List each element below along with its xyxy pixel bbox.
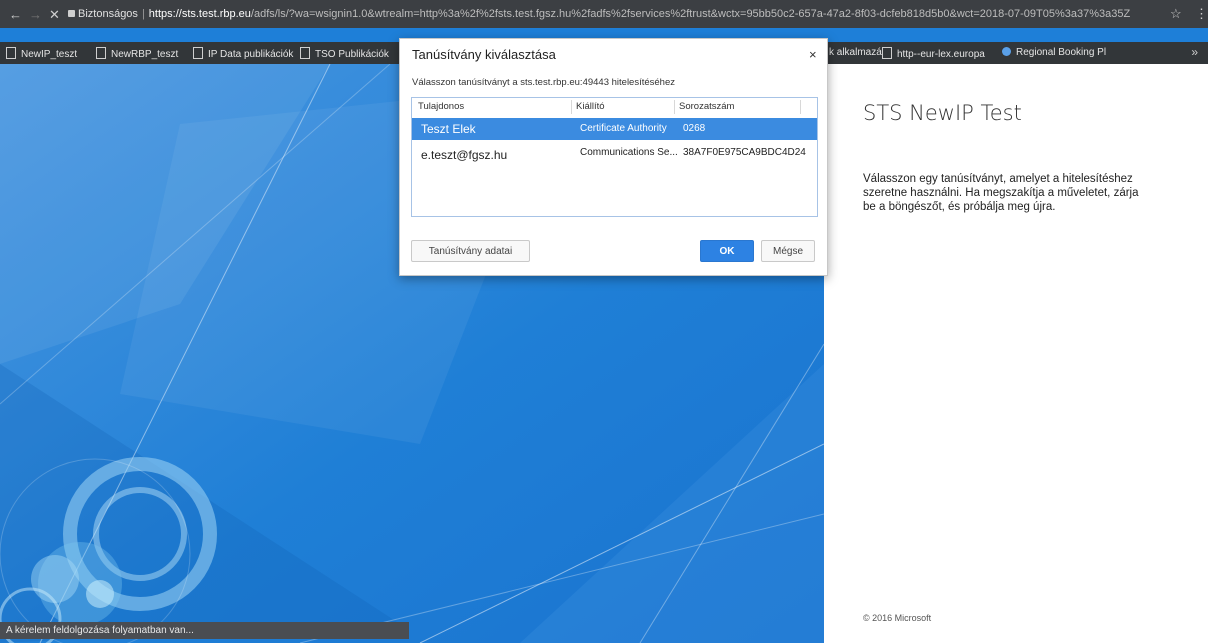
column-divider[interactable] xyxy=(571,100,572,114)
close-icon[interactable]: × xyxy=(809,47,817,62)
lock-icon xyxy=(68,10,75,17)
secure-label: Biztonságos xyxy=(78,8,138,20)
bookmark-tso[interactable]: TSO Publikációk xyxy=(300,47,389,60)
sign-in-panel: STS NewIP Test Válasszon egy tanúsítvány… xyxy=(824,64,1208,643)
ok-button[interactable]: OK xyxy=(700,240,754,262)
dialog-subtitle: Válasszon tanúsítványt a sts.test.rbp.eu… xyxy=(412,77,675,88)
url-path: /adfs/ls/?wa=wsignin1.0&wtrealm=http%3a%… xyxy=(250,8,1131,20)
page-title: STS NewIP Test xyxy=(863,101,1022,125)
dialog-title: Tanúsítvány kiválasztása xyxy=(412,47,556,62)
column-divider[interactable] xyxy=(674,100,675,114)
status-bar: A kérelem feldolgozása folyamatban van..… xyxy=(0,622,409,639)
bookmark-alkalmazas[interactable]: k alkalmazá xyxy=(829,47,882,58)
column-header-serial[interactable]: Sorozatszám xyxy=(679,101,734,112)
certificate-dialog: Tanúsítvány kiválasztása × Válasszon tan… xyxy=(399,38,828,276)
bookmark-newip-teszt[interactable]: NewIP_teszt xyxy=(6,47,77,60)
cert-owner: e.teszt@fgsz.hu xyxy=(421,148,508,162)
table-row[interactable]: e.teszt@fgsz.hu Communications Se... 38A… xyxy=(412,142,817,164)
address-bar[interactable]: Biztonságos | https://sts.test.rbp.eu/adfs… xyxy=(68,4,1180,24)
cancel-button[interactable]: Mégse xyxy=(761,240,815,262)
bookmark-eur-lex[interactable]: http--eur-lex.europa xyxy=(882,47,985,60)
bookmark-star-icon[interactable]: ☆ xyxy=(1170,6,1182,22)
forward-icon[interactable]: → xyxy=(29,7,42,22)
globe-icon xyxy=(1002,47,1011,56)
cert-serial: 38A7F0E975CA9BDC4D24 xyxy=(683,147,806,158)
column-header-issuer[interactable]: Kiállító xyxy=(576,101,605,112)
browser-menu-icon[interactable]: ⋮ xyxy=(1195,6,1208,22)
copyright-text: © 2016 Microsoft xyxy=(863,613,932,623)
column-header-owner[interactable]: Tulajdonos xyxy=(418,101,464,112)
list-header: Tulajdonos Kiállító Sorozatszám xyxy=(412,98,817,116)
cert-serial: 0268 xyxy=(683,123,706,134)
certificate-list[interactable]: Tulajdonos Kiállító Sorozatszám Teszt El… xyxy=(411,97,818,217)
instruction-text: Válasszon egy tanúsítványt, amelyet a hi… xyxy=(863,173,1139,213)
column-divider[interactable] xyxy=(800,100,801,114)
bookmark-ip-data[interactable]: IP Data publikációk xyxy=(193,47,293,60)
page-icon xyxy=(882,47,892,59)
page-icon xyxy=(300,47,310,59)
bookmark-newrbp-teszt[interactable]: NewRBP_teszt xyxy=(96,47,178,60)
cert-owner: Teszt Elek xyxy=(421,122,476,136)
page-icon xyxy=(96,47,106,59)
certificate-details-button[interactable]: Tanúsítvány adatai xyxy=(411,240,530,262)
cert-issuer: Communications Se... xyxy=(580,147,678,158)
bookmarks-overflow-icon[interactable]: » xyxy=(1191,45,1198,59)
stop-icon[interactable]: ✕ xyxy=(49,7,60,23)
page-icon xyxy=(6,47,16,59)
table-row[interactable]: Teszt Elek Certificate Authority 0268 xyxy=(412,118,817,140)
page-icon xyxy=(193,47,203,59)
cert-issuer: Certificate Authority xyxy=(580,123,667,134)
back-icon[interactable]: ← xyxy=(9,7,22,22)
browser-toolbar: ← → ✕ Biztonságos | https://sts.test.rbp.e… xyxy=(0,0,1208,28)
url-host: https://sts.test.rbp.eu xyxy=(148,8,251,20)
bookmark-regional-booking[interactable]: Regional Booking Pl xyxy=(1002,47,1106,58)
